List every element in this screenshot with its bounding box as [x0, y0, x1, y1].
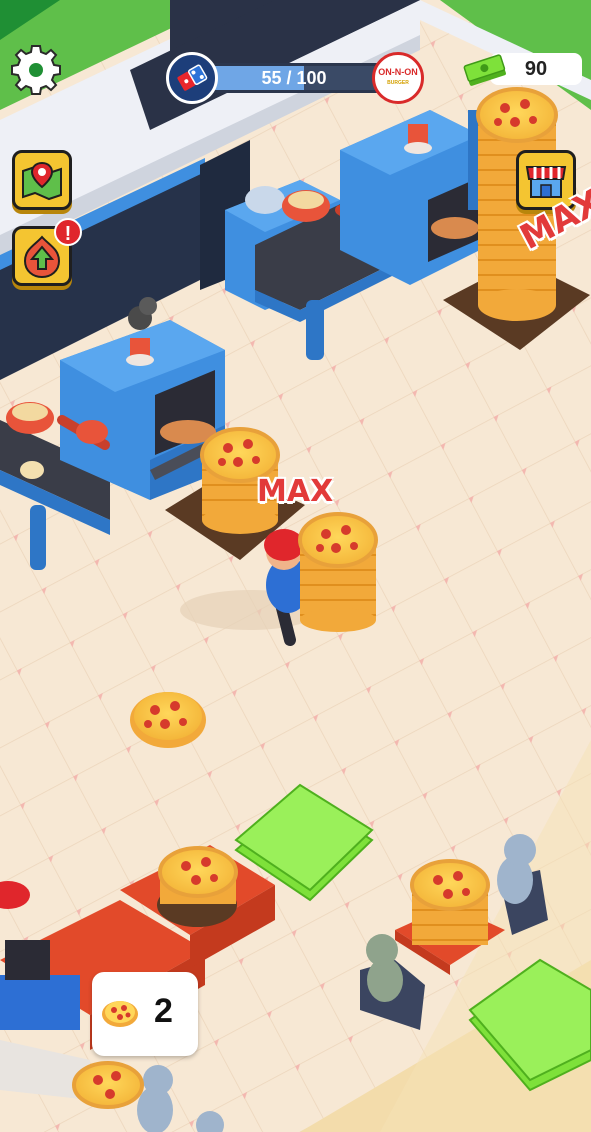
pizza-icon	[102, 1001, 138, 1027]
next-brand-logo: ON-N-ON BURGER	[372, 52, 424, 104]
map-pin-icon	[22, 161, 62, 201]
map-button[interactable]	[12, 150, 72, 210]
cash-stack-icon	[463, 54, 506, 86]
gear-icon	[11, 45, 61, 95]
carry-counter: 2	[92, 972, 198, 1056]
cash-counter: 90	[462, 51, 584, 87]
game-world	[0, 0, 591, 1132]
level-progress: 55 / 100 ON-N-ON BURGER	[166, 52, 424, 104]
domino-logo-icon	[166, 52, 218, 104]
progress-text: 55 / 100	[261, 68, 327, 88]
brand-name: ON-N-ON	[378, 67, 418, 77]
brand-sub: BURGER	[387, 80, 409, 86]
max-label: MAX	[257, 474, 334, 509]
carry-count: 2	[154, 992, 173, 1030]
progress-bar: 55 / 100	[196, 63, 392, 93]
settings-button[interactable]	[10, 44, 62, 96]
upgrade-alert-badge: !	[54, 218, 82, 246]
